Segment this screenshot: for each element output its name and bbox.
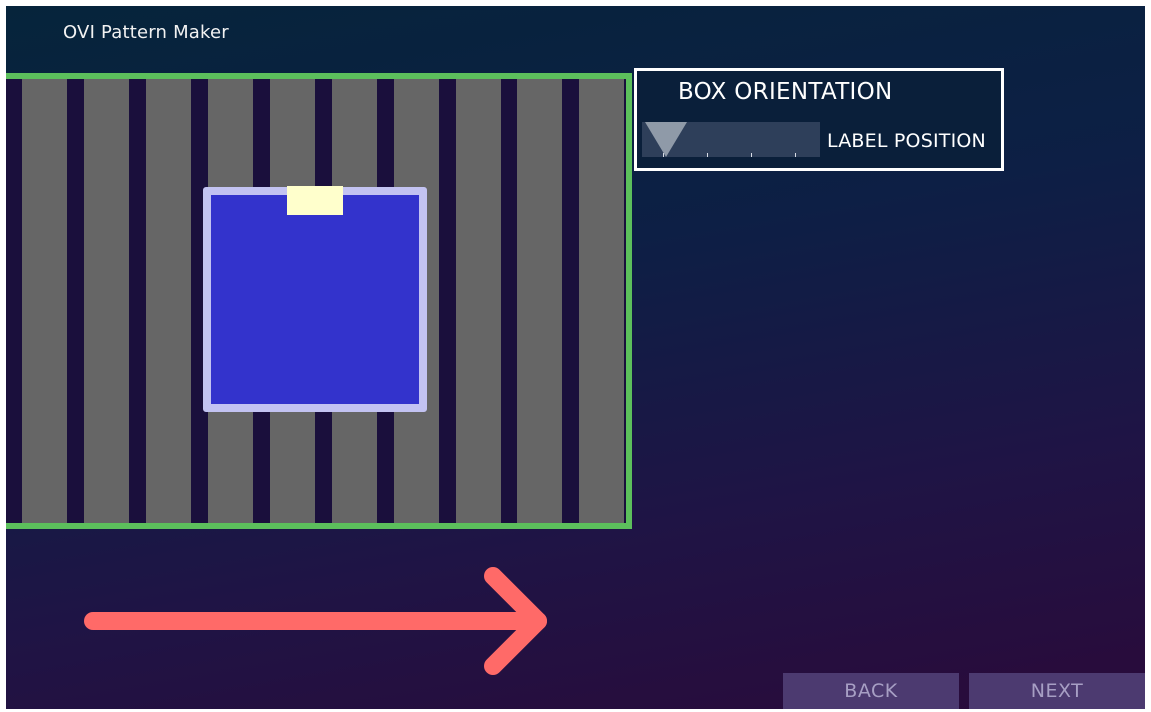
label-position-slider[interactable] <box>642 122 820 157</box>
arrow-right-icon <box>84 567 547 675</box>
conveyor-roller <box>84 79 129 523</box>
slider-tick <box>751 153 752 157</box>
box-orientation-title: BOX ORIENTATION <box>678 79 893 105</box>
box-orientation-panel: BOX ORIENTATION LABEL POSITION <box>634 68 1004 171</box>
app-title: OVI Pattern Maker <box>63 22 229 43</box>
next-button[interactable]: NEXT <box>969 673 1145 709</box>
label-position-label: LABEL POSITION <box>827 130 986 152</box>
conveyor-roller <box>579 79 624 523</box>
box-label[interactable] <box>287 186 343 215</box>
conveyor-roller <box>517 79 562 523</box>
slider-tick <box>795 153 796 157</box>
box[interactable] <box>203 187 427 412</box>
conveyor-roller <box>22 79 67 523</box>
slider-tick <box>707 153 708 157</box>
app-window: OVI Pattern Maker BOX ORIENTATION LABEL … <box>6 6 1145 709</box>
conveyor-roller <box>146 79 191 523</box>
slider-thumb[interactable] <box>645 122 687 157</box>
back-button[interactable]: BACK <box>783 673 959 709</box>
conveyor-roller <box>456 79 501 523</box>
